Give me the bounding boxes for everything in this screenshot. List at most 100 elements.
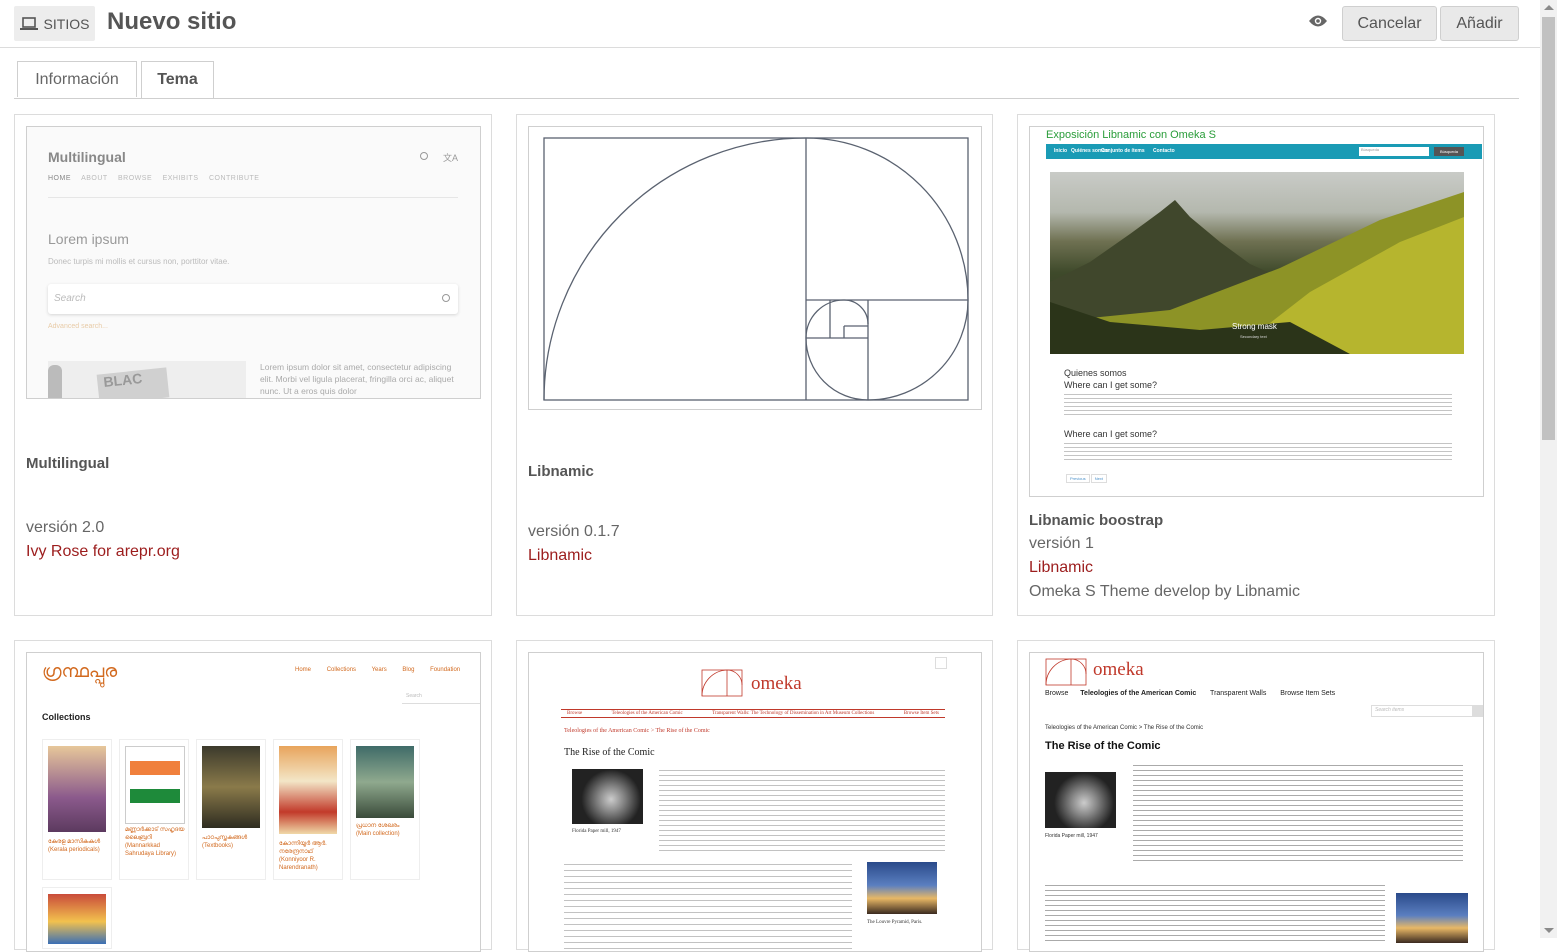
- preview-breadcrumb: Teleologies of the American Comic > The …: [564, 728, 710, 734]
- preview-search-icon: [935, 657, 947, 669]
- theme-card-libnamic-boostrap[interactable]: Exposición Libnamic con Omeka S Inicio Q…: [1017, 114, 1495, 616]
- preview-heading: The Rise of the Comic: [1045, 740, 1161, 752]
- preview-nav-transparent: Transparent Walls: [1210, 690, 1267, 697]
- preview-nav-home: HOME: [48, 175, 71, 182]
- theme-preview-libnamic-boostrap: Exposición Libnamic con Omeka S Inicio Q…: [1029, 126, 1484, 497]
- preview-nav-transparent: Transparent Walls: The Technology of Dis…: [712, 711, 875, 716]
- preview-slide-image: Strong mask Secondary text: [1050, 172, 1464, 354]
- preview-subtext: Donec turpis mi mollis et cursus non, po…: [48, 257, 230, 266]
- theme-card-omeka-default[interactable]: omeka Browse Teleologies of the American…: [1017, 640, 1495, 952]
- theme-name: Libnamic boostrap: [1029, 512, 1164, 529]
- scroll-thumb[interactable]: [1542, 17, 1555, 440]
- preview-search-box: Search: [48, 284, 458, 314]
- preview-book-2: മണ്ണാർക്കാട് സഹൃദയ ലൈബ്രറി (Mannarkkad S…: [119, 739, 189, 880]
- golden-spiral-icon: [543, 137, 969, 401]
- preview-book-label: പ്രധാന ശേഖരം (Main collection): [356, 823, 400, 837]
- add-button[interactable]: Añadir: [1440, 6, 1519, 41]
- preview-nav-about: ABOUT: [81, 175, 108, 182]
- preview-photo-2: [867, 862, 937, 914]
- page-scrollbar[interactable]: [1540, 0, 1557, 938]
- preview-nav-itemsets: Browse Item Sets: [903, 711, 939, 716]
- tab-informacion[interactable]: Información: [17, 61, 137, 97]
- theme-author-link[interactable]: Libnamic: [528, 547, 592, 565]
- preview-pager-prev: Previous: [1066, 474, 1090, 483]
- preview-nav-home: Home: [295, 667, 312, 673]
- cancel-button[interactable]: Cancelar: [1342, 6, 1437, 41]
- theme-preview-granthappura: ഗ്രന്ഥപ്പുര Home Collections Years Blog …: [26, 652, 481, 952]
- preview-search: Search items: [1371, 705, 1483, 717]
- preview-nav-itemsets: Browse Item Sets: [1280, 690, 1336, 697]
- preview-nav: HOME ABOUT BROWSE EXHIBITS CONTRIBUTE: [48, 175, 259, 182]
- theme-card-granthappura[interactable]: ഗ്രന്ഥപ്പുര Home Collections Years Blog …: [14, 640, 492, 952]
- preview-search-icon: [1472, 706, 1482, 716]
- preview-nav-teleologies: Teleologies of the American Comic: [611, 711, 683, 716]
- preview-book-label: കേരള മാസികകൾ (Kerala periodicals): [48, 839, 101, 853]
- preview-book-3: പാഠപുസ്തകങ്ങൾ (Textbooks): [196, 739, 266, 880]
- theme-name: Multilingual: [26, 455, 110, 472]
- theme-preview-multilingual: Multilingual 文A HOME ABOUT BROWSE EXHIBI…: [26, 126, 481, 399]
- preview-paragraph-2: [1064, 443, 1452, 463]
- theme-version: versión 2.0: [26, 519, 105, 536]
- tab-tema[interactable]: Tema: [141, 61, 214, 98]
- preview-nav-browse: Browse: [1045, 690, 1069, 697]
- preview-nav-exhibits: EXHIBITS: [162, 175, 199, 182]
- preview-nav-inicio: Inicio: [1054, 148, 1068, 154]
- theme-preview-omeka-classic: omeka Browse Teleologies of the American…: [528, 652, 982, 952]
- theme-card-omeka-classic[interactable]: omeka Browse Teleologies of the American…: [516, 640, 993, 952]
- preview-heading: Collections: [42, 712, 91, 722]
- preview-paragraph-1: [1133, 765, 1463, 865]
- preview-search: Search: [402, 693, 480, 704]
- preview-nav-years: Years: [371, 667, 387, 673]
- theme-version: versión 1: [1029, 535, 1094, 552]
- preview-logo: ഗ്രന്ഥപ്പുര: [42, 661, 118, 682]
- preview-book-label: കോന്നിയൂർ ആർ. നരേന്ദ്രനാഥ് (Konniyoor R.…: [279, 841, 327, 871]
- preview-paragraph-1: [1064, 394, 1452, 416]
- top-bar: SITIOS Nuevo sitio Cancelar Añadir: [0, 0, 1540, 48]
- preview-nav-conjunto: Conjunto de ítems: [1101, 148, 1145, 154]
- omeka-logo-icon: [701, 669, 743, 697]
- preview-nav: Browse Teleologies of the American Comic…: [561, 709, 945, 718]
- preview-nav-contribute: CONTRIBUTE: [208, 175, 260, 182]
- preview-book-1: കേരള മാസികകൾ (Kerala periodicals): [42, 739, 112, 880]
- preview-photo-2: [1396, 893, 1468, 943]
- preview-nav-blog: Blog: [402, 667, 415, 673]
- theme-version: versión 0.1.7: [528, 523, 620, 540]
- preview-section-title: Quienes somos: [1064, 368, 1127, 378]
- theme-preview-omeka-default: omeka Browse Teleologies of the American…: [1029, 652, 1484, 952]
- preview-heading: Lorem ipsum: [48, 231, 129, 247]
- preview-navbar: Inicio Quiénes somos Conjunto de ítems C…: [1046, 144, 1482, 159]
- preview-nav-collections: Collections: [326, 667, 357, 673]
- preview-paragraph-2: [564, 864, 852, 949]
- preview-search-placeholder: Search items: [1375, 707, 1405, 713]
- preview-search-button: Búsqueda: [1434, 147, 1464, 156]
- preview-site-title: Multilingual: [48, 149, 126, 165]
- preview-slide-subtext: Secondary text: [1240, 334, 1267, 339]
- preview-pager: Previous Next: [1066, 474, 1107, 483]
- scroll-down-arrow-icon[interactable]: [1544, 928, 1554, 933]
- scroll-up-arrow-icon[interactable]: [1544, 5, 1554, 10]
- sites-label: SITIOS: [43, 15, 90, 32]
- theme-card-libnamic[interactable]: Libnamic versión 0.1.7 Libnamic: [516, 114, 993, 616]
- theme-name: Libnamic: [528, 463, 594, 480]
- preview-search-icon: [420, 152, 428, 160]
- sites-button[interactable]: SITIOS: [14, 6, 95, 41]
- preview-caption-2: The Louvre Pyramid, Paris.: [867, 920, 923, 925]
- laptop-icon: [19, 16, 38, 31]
- preview-nav-foundation: Foundation: [430, 667, 461, 673]
- eye-icon[interactable]: [1308, 14, 1328, 33]
- page-title: Nuevo sitio: [107, 8, 237, 35]
- section-tabs: Información Tema: [14, 61, 1519, 99]
- preview-caption-1: Florida Paper mill, 1947: [1045, 833, 1098, 839]
- preview-heading-1: Where can I get some?: [1064, 380, 1158, 390]
- omeka-logo-icon: [1045, 658, 1087, 686]
- preview-nav: Browse Teleologies of the American Comic…: [1045, 690, 1335, 697]
- preview-book-6: [42, 887, 112, 949]
- preview-book-label: പാഠപുസ്തകങ്ങൾ (Textbooks): [202, 835, 248, 849]
- theme-author-link[interactable]: Ivy Rose for arepr.org: [26, 543, 180, 561]
- preview-book-5: പ്രധാന ശേഖരം (Main collection): [350, 739, 420, 880]
- theme-author-link[interactable]: Libnamic: [1029, 559, 1093, 577]
- preview-photo-1: [1045, 772, 1116, 828]
- theme-description: Omeka S Theme develop by Libnamic: [1029, 583, 1300, 600]
- theme-card-multilingual[interactable]: Multilingual 文A HOME ABOUT BROWSE EXHIBI…: [14, 114, 492, 616]
- preview-search-placeholder: Search: [54, 293, 86, 304]
